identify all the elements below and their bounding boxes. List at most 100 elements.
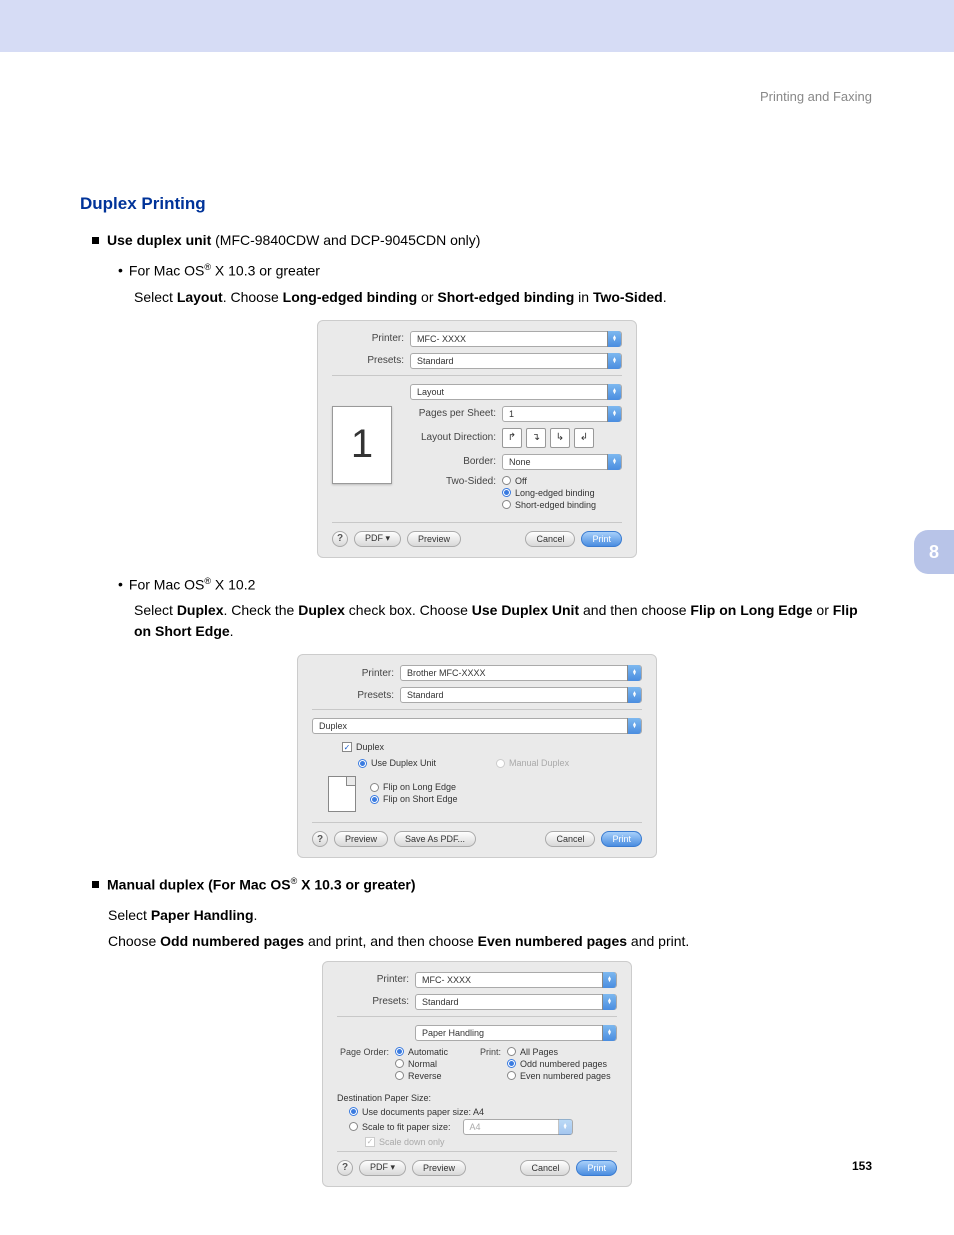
page-number: 153: [852, 1159, 872, 1173]
layout-dir-1[interactable]: ↱: [502, 428, 522, 448]
print-button[interactable]: Print: [576, 1160, 617, 1176]
sub-bullet-102: • For Mac OS® X 10.2: [118, 576, 874, 593]
print-button[interactable]: Print: [601, 831, 642, 847]
sub-bullet-103: • For Mac OS® X 10.3 or greater: [118, 262, 874, 279]
use-doc-size-radio[interactable]: Use documents paper size: A4: [349, 1107, 617, 1117]
print-even-radio[interactable]: Even numbered pages: [507, 1071, 611, 1081]
flip-long-radio[interactable]: Flip on Long Edge: [370, 782, 458, 792]
presets-select[interactable]: Standard: [415, 994, 617, 1010]
pdf-button[interactable]: PDF ▾: [359, 1160, 406, 1176]
bullet2-b: X 10.3 or greater): [297, 877, 415, 893]
square-bullet-icon: [92, 881, 99, 888]
square-bullet-icon: [92, 237, 99, 244]
print-dialog-paper-handling: Printer: MFC- XXXX Presets: Standard Pap…: [322, 961, 632, 1187]
bullet-use-duplex-unit: Use duplex unit (MFC-9840CDW and DCP-904…: [92, 232, 874, 248]
print-button[interactable]: Print: [581, 531, 622, 547]
layout-dir-2[interactable]: ↴: [526, 428, 546, 448]
bullet-manual-duplex: Manual duplex (For Mac OS® X 10.3 or gre…: [92, 876, 874, 893]
save-as-pdf-button[interactable]: Save As PDF...: [394, 831, 476, 847]
pps-select[interactable]: 1: [502, 406, 622, 422]
printer-label: Printer:: [332, 333, 410, 344]
sub1-instruction: Select Layout. Choose Long-edged binding…: [134, 287, 874, 308]
bullet2-a: Manual duplex (For Mac OS: [107, 877, 291, 893]
cancel-button[interactable]: Cancel: [520, 1160, 570, 1176]
page-content: Duplex Printing Use duplex unit (MFC-984…: [0, 52, 954, 1187]
ts-long-radio[interactable]: Long-edged binding: [502, 488, 596, 498]
select-arrows-icon: [607, 454, 621, 470]
sub2-instruction: Select Duplex. Check the Duplex check bo…: [134, 600, 874, 642]
select-arrows-icon: [602, 972, 616, 988]
ld-label: Layout Direction:: [412, 432, 502, 443]
po-auto-radio[interactable]: Automatic: [395, 1047, 448, 1057]
use-duplex-unit-radio[interactable]: Use Duplex Unit: [358, 758, 436, 768]
flip-short-radio[interactable]: Flip on Short Edge: [370, 794, 458, 804]
duplex-page-icon: [328, 776, 356, 812]
bullet1-rest: (MFC-9840CDW and DCP-9045CDN only): [211, 232, 480, 248]
help-button[interactable]: ?: [312, 831, 328, 847]
panel-select[interactable]: Layout: [410, 384, 622, 400]
help-button[interactable]: ?: [337, 1160, 353, 1176]
bullet2-choose-line: Choose Odd numbered pages and print, and…: [108, 933, 874, 949]
pps-label: Pages per Sheet:: [412, 408, 502, 419]
border-select[interactable]: None: [502, 454, 622, 470]
scale-paper-select[interactable]: A4: [463, 1119, 573, 1135]
select-arrows-icon: [607, 406, 621, 422]
select-arrows-icon: [602, 994, 616, 1010]
po-normal-radio[interactable]: Normal: [395, 1059, 448, 1069]
select-arrows-icon: [602, 1025, 616, 1041]
ts-short-radio[interactable]: Short-edged binding: [502, 500, 596, 510]
layout-direction-buttons[interactable]: ↱ ↴ ↳ ↲: [502, 428, 594, 448]
presets-select[interactable]: Standard: [400, 687, 642, 703]
select-arrows-icon: [558, 1119, 572, 1135]
printer-select[interactable]: MFC- XXXX: [410, 331, 622, 347]
preview-button[interactable]: Preview: [407, 531, 461, 547]
select-arrows-icon: [627, 687, 641, 703]
bullet1-bold: Use duplex unit: [107, 232, 211, 248]
scale-down-check: ✓Scale down only: [365, 1137, 617, 1147]
ts-off-radio[interactable]: Off: [502, 476, 596, 486]
sub2-prefix: For Mac OS: [129, 576, 204, 592]
layout-preview: 1: [332, 406, 392, 484]
dot-bullet-icon: •: [118, 576, 123, 592]
panel-select[interactable]: Paper Handling: [415, 1025, 617, 1041]
top-banner: [0, 0, 954, 52]
pdf-button[interactable]: PDF ▾: [354, 531, 401, 547]
page-order-label: Page Order:: [337, 1047, 395, 1057]
print-dialog-layout: Printer: MFC- XXXX Presets: Standard Lay…: [317, 320, 637, 558]
printer-label: Printer:: [337, 974, 415, 985]
select-arrows-icon: [607, 353, 621, 369]
help-button[interactable]: ?: [332, 531, 348, 547]
presets-label: Presets:: [312, 690, 400, 701]
scale-fit-radio[interactable]: Scale to fit paper size: A4: [349, 1119, 617, 1135]
po-reverse-radio[interactable]: Reverse: [395, 1071, 448, 1081]
select-arrows-icon: [607, 384, 621, 400]
preview-button[interactable]: Preview: [412, 1160, 466, 1176]
print-dialog-duplex: Printer: Brother MFC-XXXX Presets: Stand…: [297, 654, 657, 858]
printer-select[interactable]: MFC- XXXX: [415, 972, 617, 988]
dot-bullet-icon: •: [118, 262, 123, 278]
print-odd-radio[interactable]: Odd numbered pages: [507, 1059, 611, 1069]
presets-label: Presets:: [337, 996, 415, 1007]
print-label: Print:: [477, 1047, 507, 1057]
duplex-checkbox[interactable]: ✓Duplex: [342, 742, 642, 752]
chapter-tab: 8: [914, 530, 954, 574]
cancel-button[interactable]: Cancel: [545, 831, 595, 847]
layout-dir-4[interactable]: ↲: [574, 428, 594, 448]
running-header: Printing and Faxing: [760, 89, 872, 104]
printer-select[interactable]: Brother MFC-XXXX: [400, 665, 642, 681]
presets-label: Presets:: [332, 355, 410, 366]
panel-select[interactable]: Duplex: [312, 718, 642, 734]
select-arrows-icon: [607, 331, 621, 347]
print-all-radio[interactable]: All Pages: [507, 1047, 611, 1057]
ts-label: Two-Sided:: [412, 476, 502, 487]
select-arrows-icon: [627, 718, 641, 734]
presets-select[interactable]: Standard: [410, 353, 622, 369]
cancel-button[interactable]: Cancel: [525, 531, 575, 547]
layout-dir-3[interactable]: ↳: [550, 428, 570, 448]
border-label: Border:: [412, 456, 502, 467]
preview-button[interactable]: Preview: [334, 831, 388, 847]
sub2-suffix: X 10.2: [211, 576, 255, 592]
printer-label: Printer:: [312, 668, 400, 679]
manual-duplex-radio[interactable]: Manual Duplex: [496, 758, 569, 768]
bullet2-select-line: Select Paper Handling.: [108, 907, 874, 923]
